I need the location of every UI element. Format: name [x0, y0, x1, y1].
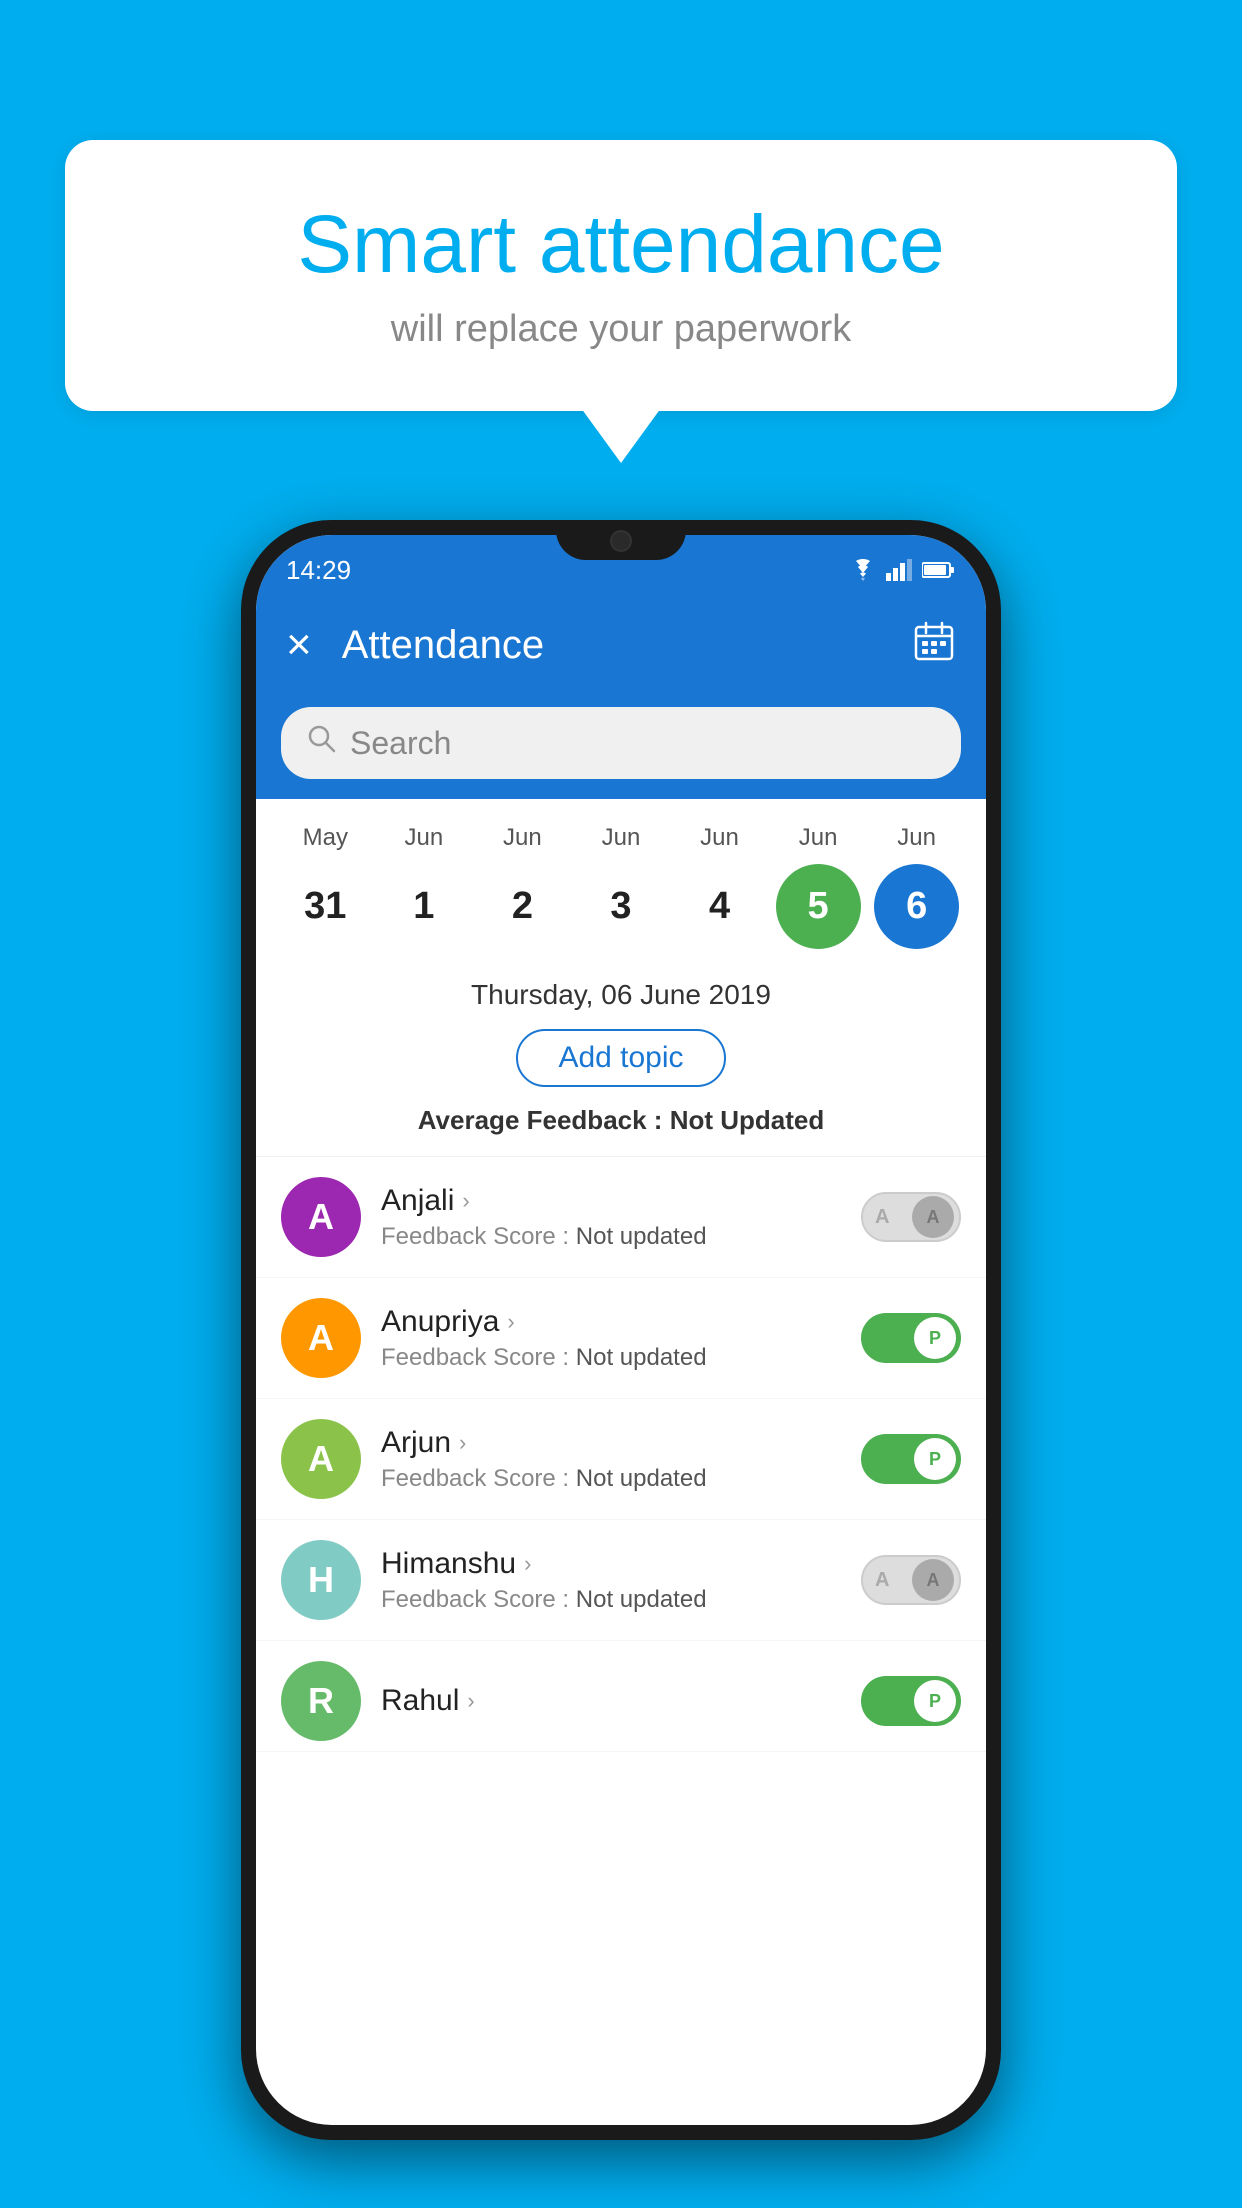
speech-bubble: Smart attendance will replace your paper… [65, 140, 1177, 411]
bubble-subtitle: will replace your paperwork [115, 308, 1127, 351]
date-3[interactable]: 3 [578, 864, 663, 949]
toggle-knob-himanshu: A [912, 1559, 954, 1601]
month-3: Jun [578, 824, 663, 852]
toggle-knob-anupriya: P [914, 1317, 956, 1359]
phone-screen: 14:29 [256, 535, 986, 2125]
chevron-himanshu: › [524, 1551, 531, 1577]
feedback-anjali: Feedback Score : Not updated [381, 1223, 841, 1251]
avg-feedback: Average Feedback : Not Updated [281, 1105, 961, 1136]
student-name-anupriya: Anupriya › [381, 1305, 841, 1339]
student-name-himanshu: Himanshu › [381, 1547, 841, 1581]
student-info-anjali: Anjali › Feedback Score : Not updated [381, 1184, 841, 1251]
phone-outer: 14:29 [241, 520, 1001, 2140]
attendance-toggle-himanshu[interactable]: A A [861, 1555, 961, 1605]
chevron-arjun: › [459, 1430, 466, 1456]
toggle-arjun[interactable]: P [861, 1434, 961, 1484]
calendar-icon[interactable] [912, 619, 956, 672]
close-button[interactable]: × [286, 623, 312, 667]
attendance-toggle-rahul[interactable]: P [861, 1676, 961, 1726]
month-0: May [283, 824, 368, 852]
avg-feedback-value: Not Updated [670, 1105, 825, 1135]
app-bar-title: Attendance [342, 623, 882, 668]
avatar-anjali: A [281, 1177, 361, 1257]
student-name-anjali: Anjali › [381, 1184, 841, 1218]
dates-row: 31 1 2 3 4 5 6 [276, 864, 966, 949]
date-31[interactable]: 31 [283, 864, 368, 949]
student-name-arjun: Arjun › [381, 1426, 841, 1460]
avatar-himanshu: H [281, 1540, 361, 1620]
search-bar-container: Search [256, 695, 986, 799]
toggle-knob-arjun: P [914, 1438, 956, 1480]
toggle-rahul[interactable]: P [861, 1676, 961, 1726]
student-item-himanshu[interactable]: H Himanshu › Feedback Score : Not update… [256, 1520, 986, 1641]
date-display: Thursday, 06 June 2019 [281, 979, 961, 1011]
signal-icon [886, 559, 914, 581]
toggle-knob-rahul: P [914, 1680, 956, 1722]
feedback-himanshu: Feedback Score : Not updated [381, 1586, 841, 1614]
student-item-rahul[interactable]: R Rahul › P [256, 1641, 986, 1752]
student-item-arjun[interactable]: A Arjun › Feedback Score : Not updated P [256, 1399, 986, 1520]
date-1[interactable]: 1 [381, 864, 466, 949]
chevron-rahul: › [467, 1688, 474, 1714]
search-icon [306, 723, 338, 763]
wifi-icon [848, 559, 878, 581]
date-4[interactable]: 4 [677, 864, 762, 949]
student-info-himanshu: Himanshu › Feedback Score : Not updated [381, 1547, 841, 1614]
avg-feedback-label: Average Feedback : [418, 1105, 663, 1135]
feedback-anupriya: Feedback Score : Not updated [381, 1344, 841, 1372]
date-info-section: Thursday, 06 June 2019 Add topic Average… [256, 959, 986, 1157]
student-info-arjun: Arjun › Feedback Score : Not updated [381, 1426, 841, 1493]
bubble-title: Smart attendance [115, 200, 1127, 290]
chevron-anjali: › [462, 1188, 469, 1214]
month-6: Jun [874, 824, 959, 852]
attendance-toggle-anupriya[interactable]: P [861, 1313, 961, 1363]
month-4: Jun [677, 824, 762, 852]
add-topic-button[interactable]: Add topic [516, 1029, 725, 1087]
speech-bubble-container: Smart attendance will replace your paper… [65, 140, 1177, 411]
student-item-anjali[interactable]: A Anjali › Feedback Score : Not updated … [256, 1157, 986, 1278]
calendar-row: May Jun Jun Jun Jun Jun Jun 31 1 2 3 4 5… [256, 799, 986, 959]
student-list: A Anjali › Feedback Score : Not updated … [256, 1157, 986, 1752]
status-time: 14:29 [286, 555, 351, 586]
date-6-selected[interactable]: 6 [874, 864, 959, 949]
student-info-anupriya: Anupriya › Feedback Score : Not updated [381, 1305, 841, 1372]
attendance-toggle-anjali[interactable]: A A [861, 1192, 961, 1242]
feedback-arjun: Feedback Score : Not updated [381, 1465, 841, 1493]
months-row: May Jun Jun Jun Jun Jun Jun [276, 824, 966, 852]
avatar-anupriya: A [281, 1298, 361, 1378]
toggle-anupriya[interactable]: P [861, 1313, 961, 1363]
student-info-rahul: Rahul › [381, 1684, 841, 1718]
battery-icon [922, 561, 956, 579]
avatar-arjun: A [281, 1419, 361, 1499]
avatar-rahul: R [281, 1661, 361, 1741]
month-1: Jun [381, 824, 466, 852]
date-2[interactable]: 2 [480, 864, 565, 949]
app-bar: × Attendance [256, 595, 986, 695]
toggle-anjali[interactable]: A A [861, 1192, 961, 1242]
student-name-rahul: Rahul › [381, 1684, 841, 1718]
toggle-himanshu[interactable]: A A [861, 1555, 961, 1605]
toggle-knob-anjali: A [912, 1196, 954, 1238]
month-5: Jun [776, 824, 861, 852]
month-2: Jun [480, 824, 565, 852]
search-input[interactable]: Search [350, 725, 451, 762]
chevron-anupriya: › [507, 1309, 514, 1335]
phone-notch [556, 520, 686, 560]
attendance-toggle-arjun[interactable]: P [861, 1434, 961, 1484]
student-item-anupriya[interactable]: A Anupriya › Feedback Score : Not update… [256, 1278, 986, 1399]
search-bar[interactable]: Search [281, 707, 961, 779]
phone-device: 14:29 [241, 520, 1001, 2140]
front-camera [610, 530, 632, 552]
date-5-today[interactable]: 5 [776, 864, 861, 949]
status-icons [848, 559, 956, 581]
